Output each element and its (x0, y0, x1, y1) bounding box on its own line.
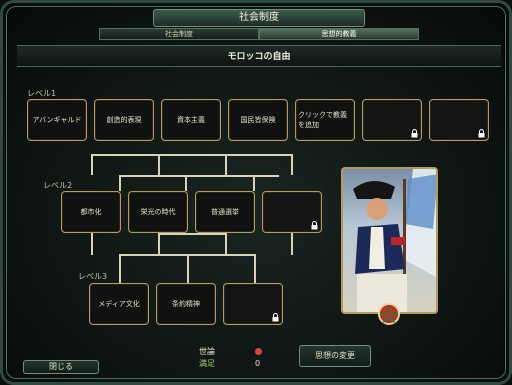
lock-icon (478, 129, 485, 138)
locked-tenet-slot (362, 99, 422, 141)
tenet-slot[interactable]: 都市化 (61, 191, 121, 233)
ideology-portrait (341, 167, 438, 314)
soldier-illustration (353, 169, 436, 312)
lock-icon (311, 221, 318, 230)
tree-connector (187, 254, 189, 284)
change-ideology-button[interactable]: 思想の変更 (299, 345, 371, 367)
tab-ideology[interactable]: 思想的教義 (259, 28, 419, 40)
tree-connector (158, 155, 160, 175)
tenet-slot[interactable]: アバンギャルド (27, 99, 87, 141)
tree-connector (225, 234, 227, 254)
tree-connector (119, 254, 121, 284)
tenet-slot[interactable]: 資本主義 (161, 99, 221, 141)
ideology-title: モロッコの自由 (17, 45, 501, 67)
tree-connector (158, 233, 227, 235)
locked-tenet-slot (429, 99, 489, 141)
social-policies-window: 社会制度 社会制度 思想的教義 モロッコの自由 レベル1 アバンギャルド 創造的… (0, 0, 512, 385)
add-tenet-slot[interactable]: クリックで教義を追加 (295, 99, 355, 141)
tree-connector (253, 175, 255, 191)
tree-connector (119, 175, 121, 191)
tree-connector (119, 175, 279, 177)
level-2-label: レベル2 (43, 181, 73, 190)
tab-social-policies[interactable]: 社会制度 (99, 28, 259, 40)
level-1-label: レベル1 (27, 89, 57, 98)
tree-connector (91, 233, 93, 255)
civ-emblem-icon (378, 303, 400, 325)
public-opinion-icon (255, 348, 262, 355)
tree-connector (91, 155, 93, 175)
close-button[interactable]: 閉じる (23, 360, 99, 374)
tree-connector (185, 175, 187, 191)
tenet-slot[interactable]: 創造的表現 (94, 99, 154, 141)
level-3-label: レベル3 (78, 272, 108, 281)
window-title: 社会制度 (153, 9, 365, 27)
public-opinion-panel: 世論 満足 0 (199, 346, 262, 370)
locked-tenet-slot (262, 191, 322, 233)
tree-connector (91, 154, 293, 156)
tenet-slot[interactable]: 栄光の時代 (128, 191, 188, 233)
tenet-slot[interactable]: 国民皆保険 (228, 99, 288, 141)
tenet-slot[interactable]: 条約精神 (156, 283, 216, 325)
tree-connector (225, 155, 227, 175)
tenet-slot[interactable]: 普通選挙 (195, 191, 255, 233)
tenet-slot[interactable]: メディア文化 (89, 283, 149, 325)
tree-connector (158, 234, 160, 254)
lock-icon (272, 313, 279, 322)
lock-icon (411, 129, 418, 138)
tree-connector (291, 155, 293, 175)
public-opinion-status: 満足 (199, 359, 215, 368)
tab-bar: 社会制度 思想的教義 (17, 28, 501, 40)
locked-tenet-slot (223, 283, 283, 325)
public-opinion-label: 世論 (199, 347, 215, 356)
tree-connector (291, 233, 293, 255)
public-opinion-value: 0 (255, 359, 261, 368)
tree-connector (254, 254, 256, 284)
